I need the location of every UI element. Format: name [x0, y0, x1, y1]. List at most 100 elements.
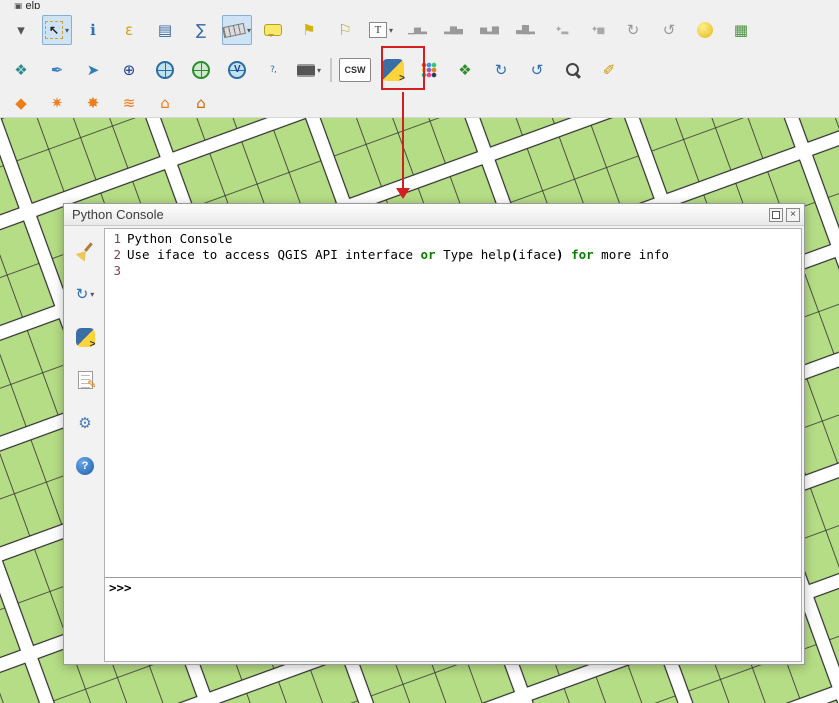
- plugin-chip-icon[interactable]: ▾: [294, 55, 324, 85]
- yellow-sphere-icon-art: [697, 22, 713, 38]
- search-update-icon-art: ↺: [531, 63, 544, 78]
- flame-stars-icon-2[interactable]: ✸: [78, 91, 108, 117]
- select-by-expression-icon[interactable]: ε: [114, 15, 144, 45]
- data-grid-icon[interactable]: ▦: [726, 15, 756, 45]
- chart-tool-icon-1-art: ▁▅▂: [408, 26, 426, 35]
- text-annotation-icon[interactable]: ▾: [366, 15, 396, 45]
- menu-icon: ▣: [14, 1, 23, 9]
- plugin-installer-icon-art: ❖: [458, 63, 471, 78]
- help-icon[interactable]: [72, 453, 98, 479]
- highlight-arrow-line: [402, 92, 404, 188]
- chart-tool-icon-4[interactable]: ▃▇▂: [510, 15, 540, 45]
- text-annotation-icon-art: [369, 22, 387, 38]
- orange-house-icon-art: ⌂: [160, 96, 170, 111]
- data-grid-icon-art: ▦: [734, 23, 748, 38]
- show-editor-icon[interactable]: [72, 367, 98, 393]
- flame-stars-icon-1[interactable]: ✷: [42, 91, 72, 117]
- clear-console-icon-art: [76, 242, 94, 260]
- refresh-icon-art: ↻: [495, 63, 508, 78]
- orange-house-outline-icon[interactable]: ⌂: [186, 91, 216, 117]
- flame-icon[interactable]: ◆: [6, 91, 36, 117]
- measure-icon[interactable]: ▾: [222, 15, 252, 45]
- map-tips-icon[interactable]: [258, 15, 288, 45]
- console-input[interactable]: >>>: [105, 577, 801, 661]
- map-tips-icon-art: [264, 24, 282, 36]
- refresh-icon[interactable]: ↻: [486, 55, 516, 85]
- toolbar-row-3: ◆ ✷ ✸ ≋ ⌂ ⌂: [0, 89, 839, 118]
- run-command-icon-art: ↻: [76, 287, 89, 302]
- line-number: 3: [105, 263, 127, 279]
- arrow-layer-icon-art: ➤: [87, 63, 100, 78]
- select-by-expression-icon-art: ε: [125, 23, 133, 38]
- python-logo-icon[interactable]: [72, 324, 98, 350]
- measure-icon-art: [222, 22, 246, 37]
- python-console-title: Python Console: [72, 207, 766, 222]
- refresh-tool-icon-1-art: ↻: [627, 23, 640, 38]
- statistical-summary-icon-art: ∑: [196, 23, 206, 38]
- dropdown-chevron-icon[interactable]: ▾: [90, 290, 94, 299]
- flame-layers-icon[interactable]: ≋: [114, 91, 144, 117]
- orange-house-icon[interactable]: ⌂: [150, 91, 180, 117]
- run-command-icon[interactable]: ↻▾: [72, 281, 98, 307]
- search-icon[interactable]: [558, 55, 588, 85]
- chart-tool-icon-3[interactable]: ▅▂▆: [474, 15, 504, 45]
- csw-button-art: CSW: [339, 58, 371, 82]
- arrow-layer-icon[interactable]: ➤: [78, 55, 108, 85]
- vector-tiles-globe-icon[interactable]: [222, 55, 252, 85]
- console-toolbar: ↻▾ ⚙: [66, 228, 104, 662]
- flame-stars-icon-2-art: ✸: [87, 96, 100, 111]
- console-main: 1Python Console2Use iface to access QGIS…: [104, 228, 802, 662]
- dropdown-chevron-icon[interactable]: ▾: [65, 26, 69, 35]
- clear-console-icon[interactable]: [72, 238, 98, 264]
- wms-globe-icon[interactable]: [150, 55, 180, 85]
- float-window-button[interactable]: [769, 208, 783, 222]
- options-icon-art: ⚙: [78, 416, 91, 431]
- close-window-button[interactable]: ×: [786, 208, 800, 222]
- wcs-globe-icon[interactable]: [186, 55, 216, 85]
- select-features-icon[interactable]: ▾: [42, 15, 72, 45]
- highlight-arrow-head: [396, 188, 410, 199]
- flame-stars-icon-1-art: ✷: [51, 96, 64, 111]
- feather-pen-icon[interactable]: ✒: [42, 55, 72, 85]
- statistical-summary-icon[interactable]: ∑: [186, 15, 216, 45]
- toolbar-row-1: ▾ ▾ ℹ ε ▤ ∑ ▾ ⚑⚐ ▾ ▁▅▂ ▂▆▄ ▅▂▆▃▇▂✦▂ ✦▅ ↻ ↺ ▦: [0, 9, 839, 51]
- identify-features-icon[interactable]: ℹ: [78, 15, 108, 45]
- wcs-globe-icon-art: [192, 61, 210, 79]
- python-console-titlebar[interactable]: Python Console ×: [64, 204, 804, 226]
- yellow-sphere-icon[interactable]: [690, 15, 720, 45]
- dropdown-chevron-icon[interactable]: ▾: [389, 26, 393, 35]
- style-manager-icon-art: ❖: [14, 63, 27, 78]
- attribute-table-icon[interactable]: ▤: [150, 15, 180, 45]
- metasearch-icon[interactable]: ?,: [258, 55, 288, 85]
- process-tool-icon-2-art: ✦▅: [591, 26, 603, 35]
- menubar-partial[interactable]: ▣elp: [0, 0, 839, 9]
- refresh-tool-icon-2[interactable]: ↺: [654, 15, 684, 45]
- chart-tool-icon-2[interactable]: ▂▆▄: [438, 15, 468, 45]
- console-line: 3: [105, 263, 801, 279]
- feather-pen-icon-art: ✒: [51, 63, 64, 78]
- overflow-chevron-icon[interactable]: ▾: [6, 15, 36, 45]
- chart-tool-icon-1[interactable]: ▁▅▂: [402, 15, 432, 45]
- magic-wand-icon-art: ✐: [603, 63, 616, 78]
- highlight-box: [381, 46, 425, 90]
- search-update-icon[interactable]: ↺: [522, 55, 552, 85]
- style-manager-icon[interactable]: ❖: [6, 55, 36, 85]
- console-output[interactable]: 1Python Console2Use iface to access QGIS…: [105, 229, 801, 577]
- refresh-tool-icon-1[interactable]: ↻: [618, 15, 648, 45]
- add-layer-icon[interactable]: ⊕: [114, 55, 144, 85]
- magic-wand-icon[interactable]: ✐: [594, 55, 624, 85]
- show-bookmarks-icon[interactable]: ⚐: [330, 15, 360, 45]
- toolbar-separator: [330, 58, 332, 82]
- search-icon-art: [565, 62, 582, 79]
- help-icon-art: [76, 457, 94, 475]
- process-tool-icon-1[interactable]: ✦▂: [546, 15, 576, 45]
- plugin-installer-icon[interactable]: ❖: [450, 55, 480, 85]
- options-icon[interactable]: ⚙: [72, 410, 98, 436]
- dropdown-chevron-icon[interactable]: ▾: [317, 66, 321, 75]
- csw-button[interactable]: CSW: [338, 55, 372, 85]
- new-bookmark-icon[interactable]: ⚑: [294, 15, 324, 45]
- line-text: Use iface to access QGIS API interface o…: [127, 247, 669, 263]
- process-tool-icon-2[interactable]: ✦▅: [582, 15, 612, 45]
- dropdown-chevron-icon[interactable]: ▾: [247, 26, 251, 35]
- chart-tool-icon-2-art: ▂▆▄: [444, 26, 462, 35]
